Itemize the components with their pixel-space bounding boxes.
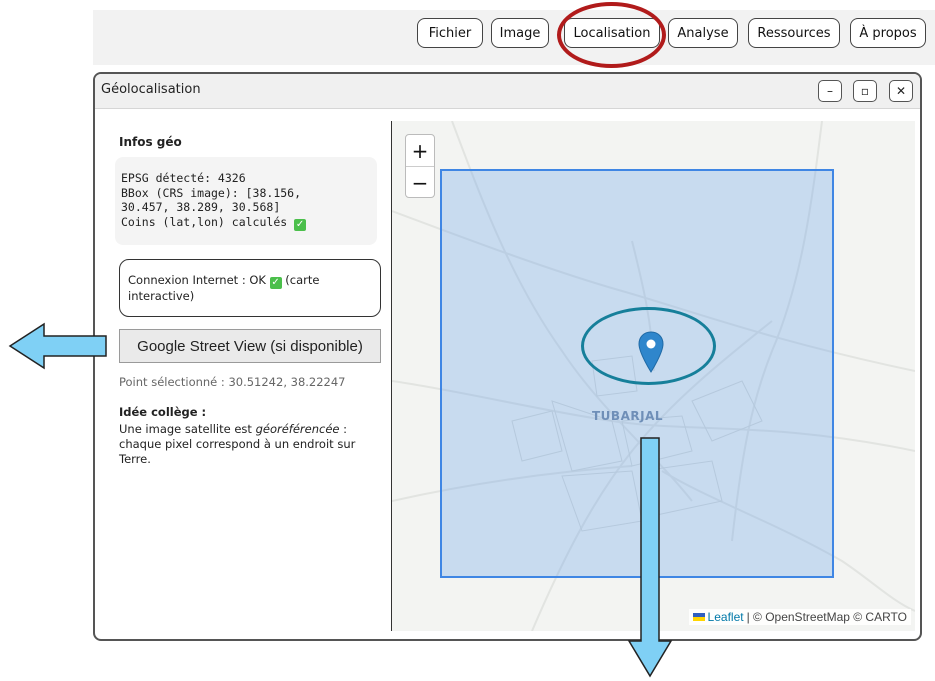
corners-text: Coins (lat,lon) calculés <box>121 214 288 229</box>
bbox-line-2: 30.457, 38.289, 30.568] <box>121 200 281 214</box>
selected-point: Point sélectionné : 30.51242, 38.22247 <box>119 375 346 389</box>
menu-image[interactable]: Image <box>491 18 549 48</box>
window-titlebar: Géolocalisation – ▫ ✕ <box>95 74 920 109</box>
geo-info-box: EPSG détecté: 4326 BBox (CRS image): [38… <box>115 157 377 245</box>
menu-localisation[interactable]: Localisation <box>564 18 660 48</box>
street-view-button[interactable]: Google Street View (si disponible) <box>119 329 381 363</box>
map-marker-icon[interactable] <box>638 331 664 373</box>
idea-title: Idée collège : <box>119 405 207 419</box>
idea-text: Une image satellite est géoréférencée : … <box>119 422 375 467</box>
connection-text: Connexion Internet : OK <box>128 273 266 287</box>
check-icon: ✓ <box>294 218 307 231</box>
idea-text-start: Une image satellite est <box>119 422 256 436</box>
close-button[interactable]: ✕ <box>889 80 913 102</box>
map-view[interactable]: + − TUBARJAL Leaflet | © OpenStreetMap ©… <box>391 121 915 631</box>
geolocation-window: Géolocalisation – ▫ ✕ Infos géo EPSG dét… <box>93 72 922 641</box>
menu-ressources[interactable]: Ressources <box>748 18 840 48</box>
zoom-out-button[interactable]: − <box>406 167 434 198</box>
map-attribution: Leaflet | © OpenStreetMap © CARTO <box>688 609 911 625</box>
place-label: TUBARJAL <box>592 409 664 423</box>
maximize-button[interactable]: ▫ <box>853 80 877 102</box>
menu-fichier[interactable]: Fichier <box>417 18 483 48</box>
menu-analyse[interactable]: Analyse <box>668 18 738 48</box>
bbox-line-1: BBox (CRS image): [38.156, <box>121 185 302 200</box>
zoom-in-button[interactable]: + <box>406 135 434 167</box>
connection-status: Connexion Internet : OK ✓ (carte interac… <box>119 259 381 317</box>
infos-title: Infos géo <box>119 135 182 149</box>
image-bbox-rectangle <box>440 169 834 578</box>
leaflet-link[interactable]: Leaflet <box>708 610 744 624</box>
minimize-button[interactable]: – <box>818 80 842 102</box>
ukraine-flag-icon <box>692 613 705 621</box>
zoom-control: + − <box>405 134 435 198</box>
check-icon: ✓ <box>269 277 282 289</box>
idea-emphasis: géoréférencée <box>255 422 340 436</box>
menu-a-propos[interactable]: À propos <box>850 18 926 48</box>
epsg-line: EPSG détecté: 4326 <box>121 171 246 185</box>
corners-line: Coins (lat,lon) calculés ✓ <box>121 215 377 231</box>
window-title: Géolocalisation <box>101 82 201 97</box>
info-panel: Infos géo EPSG détecté: 4326 BBox (CRS i… <box>95 109 391 639</box>
attribution-text: | © OpenStreetMap © CARTO <box>746 610 907 624</box>
